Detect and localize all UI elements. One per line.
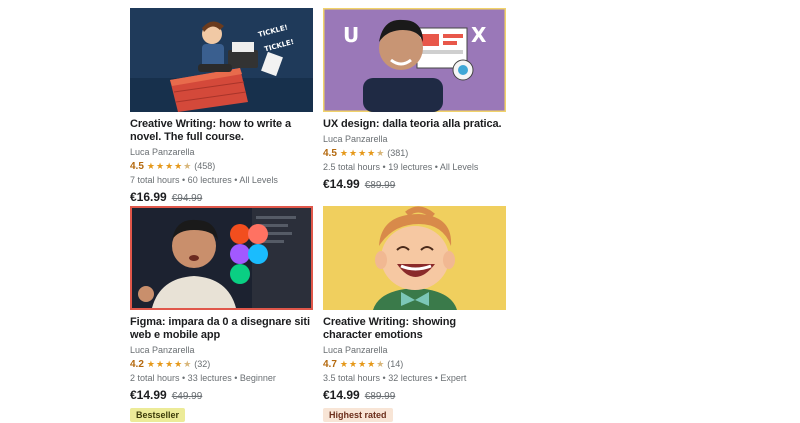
price-row: €14.99 €89.99 (323, 177, 506, 191)
thumb-text: U (343, 23, 359, 47)
rating-value: 4.2 (130, 358, 144, 370)
current-price: €14.99 (323, 177, 360, 191)
star-icon: ★ (165, 160, 174, 171)
course-meta: 2 total hours • 33 lectures • Beginner (130, 373, 276, 383)
star-icon: ★ (155, 160, 165, 171)
star-icon: ★ (174, 358, 183, 369)
star-icon: ★ (155, 358, 165, 369)
original-price: €89.99 (364, 391, 396, 402)
current-price: €16.99 (130, 190, 167, 204)
original-price: €89.99 (364, 180, 396, 191)
half-star-icon: ★ (376, 358, 385, 369)
course-title[interactable]: Creative Writing: showing character emot… (323, 316, 506, 342)
star-icon: ★ (174, 160, 183, 171)
star-icon: ★ (339, 358, 348, 369)
empty-star-icon: ★ (183, 358, 192, 369)
course-thumbnail[interactable]: TICKLE! TICKLE! (130, 8, 313, 112)
review-count: (381) (387, 148, 409, 158)
rating-row: 4.7 ★ ★ ★ ★ ★ (14) (323, 358, 506, 370)
rating-row: 4.5 ★ ★ ★ ★ ★ (458) (130, 160, 313, 172)
course-title[interactable]: Figma: impara da 0 a disegnare siti web … (130, 316, 313, 342)
course-thumbnail[interactable] (323, 206, 506, 310)
half-star-icon: ★ (376, 147, 385, 158)
star-icon: ★ (348, 147, 358, 158)
review-count: (14) (387, 359, 404, 369)
course-meta: 3.5 total hours • 32 lectures • Expert (323, 373, 467, 383)
course-card[interactable]: U X UX design: dalla teoria alla pratica… (323, 8, 506, 191)
course-card[interactable]: Creative Writing: showing character emot… (323, 206, 506, 423)
rating-value: 4.5 (130, 160, 144, 172)
star-rating: ★ ★ ★ ★ ★ (339, 358, 385, 369)
course-author: Luca Panzarella (130, 345, 195, 355)
course-thumbnail[interactable]: U X (323, 8, 506, 112)
star-icon: ★ (358, 147, 367, 158)
course-author: Luca Panzarella (130, 147, 195, 157)
review-count: (458) (194, 161, 216, 171)
thumb-text: X (471, 23, 487, 47)
review-count: (32) (194, 359, 211, 369)
current-price: €14.99 (130, 388, 167, 402)
price-row: €14.99 €49.99 (130, 388, 313, 402)
figma-instructor-illustration (132, 208, 311, 308)
course-card[interactable]: TICKLE! TICKLE! Creative Writing: how to… (130, 8, 313, 204)
current-price: €14.99 (323, 388, 360, 402)
rating-row: 4.2 ★ ★ ★ ★ ★ (32) (130, 358, 313, 370)
bestseller-badge: Bestseller (130, 408, 186, 422)
star-rating: ★ ★ ★ ★ ★ (146, 160, 192, 171)
star-rating: ★ ★ ★ ★ ★ (339, 147, 385, 158)
rating-value: 4.7 (323, 358, 337, 370)
highest-rated-badge: Highest rated (323, 408, 393, 422)
half-star-icon: ★ (183, 160, 192, 171)
course-meta: 7 total hours • 60 lectures • All Levels (130, 175, 278, 185)
course-card[interactable]: Figma: impara da 0 a disegnare siti web … (130, 206, 313, 423)
course-thumbnail[interactable] (130, 206, 313, 310)
course-title[interactable]: Creative Writing: how to write a novel. … (130, 118, 313, 144)
course-author: Luca Panzarella (323, 345, 388, 355)
star-icon: ★ (165, 358, 174, 369)
original-price: €94.99 (171, 193, 203, 204)
rating-row: 4.5 ★ ★ ★ ★ ★ (381) (323, 147, 506, 159)
star-icon: ★ (358, 358, 367, 369)
price-row: €16.99 €94.99 (130, 190, 313, 204)
star-icon: ★ (348, 358, 358, 369)
course-title[interactable]: UX design: dalla teoria alla pratica. (323, 118, 506, 131)
star-icon: ★ (146, 358, 155, 369)
star-icon: ★ (339, 147, 348, 158)
star-rating: ★ ★ ★ ★ ★ (146, 358, 192, 369)
star-icon: ★ (367, 147, 376, 158)
price-row: €14.99 €89.99 (323, 388, 506, 402)
rating-value: 4.5 (323, 147, 337, 159)
course-meta: 2.5 total hours • 19 lectures • All Leve… (323, 162, 479, 172)
star-icon: ★ (367, 358, 376, 369)
star-icon: ★ (146, 160, 155, 171)
original-price: €49.99 (171, 391, 203, 402)
course-author: Luca Panzarella (323, 134, 388, 144)
laughing-character-illustration (323, 206, 506, 310)
ux-instructor-illustration: U X (323, 8, 506, 112)
writer-typing-illustration: TICKLE! TICKLE! (130, 8, 313, 112)
